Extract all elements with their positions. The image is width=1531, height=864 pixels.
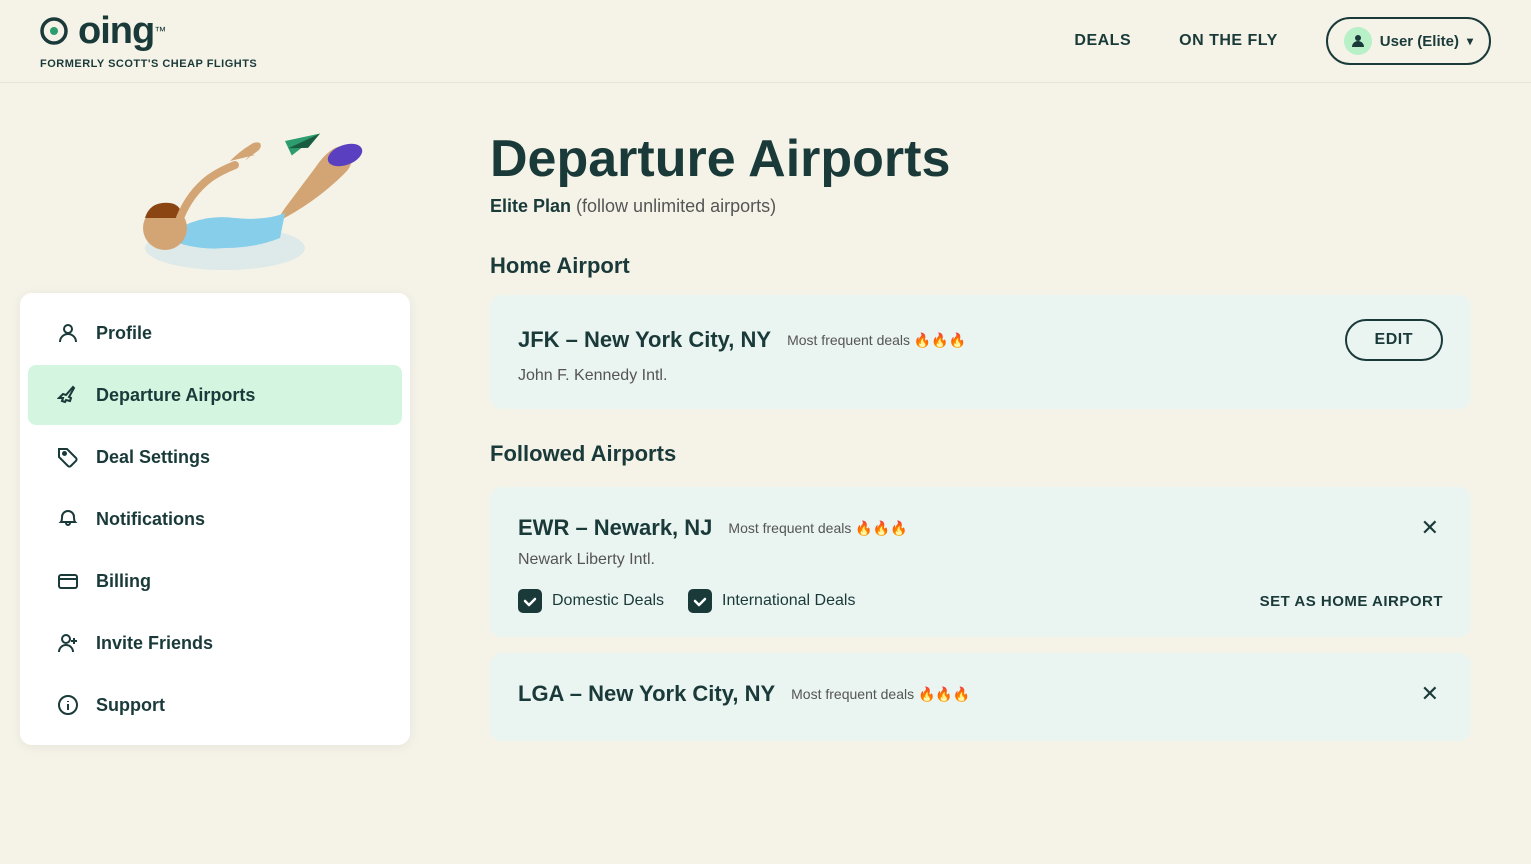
sidebar-nav: Profile Departure Airports (20, 293, 410, 745)
international-checkbox-box (688, 589, 712, 613)
ewr-code-city: EWR – Newark, NJ (518, 515, 712, 541)
person-icon (56, 321, 80, 345)
followed-airports-section-title: Followed Airports (490, 441, 1471, 467)
followed-airport-card-lga: LGA – New York City, NY Most frequent de… (490, 653, 1471, 741)
followed-airport-card-ewr: EWR – Newark, NJ Most frequent deals 🔥🔥🔥… (490, 487, 1471, 637)
sidebar-item-deal-settings-label: Deal Settings (96, 447, 210, 468)
sidebar-item-billing-label: Billing (96, 571, 151, 592)
ewr-full-name: Newark Liberty Intl. (518, 551, 1443, 569)
logo-icon (40, 13, 76, 49)
hero-illustration (35, 83, 395, 293)
card-icon (56, 569, 80, 593)
home-airport-badge: Most frequent deals 🔥🔥🔥 (787, 332, 966, 349)
sidebar-item-support-label: Support (96, 695, 165, 716)
plan-detail: (follow unlimited airports) (576, 196, 776, 216)
user-avatar (1344, 27, 1372, 55)
user-label: User (Elite) (1380, 33, 1459, 50)
ewr-domestic-checkbox[interactable]: Domestic Deals (518, 589, 664, 613)
home-airport-card-header: JFK – New York City, NY Most frequent de… (518, 319, 1443, 361)
ewr-card-left: EWR – Newark, NJ Most frequent deals 🔥🔥🔥 (518, 515, 908, 541)
sidebar-illustration (0, 83, 430, 293)
person-plus-icon (56, 631, 80, 655)
ewr-close-button[interactable]: ✕ (1417, 511, 1443, 545)
user-menu-button[interactable]: User (Elite) ▾ (1326, 17, 1491, 65)
checkmark-icon-intl (693, 594, 707, 608)
lga-code-city: LGA – New York City, NY (518, 681, 775, 707)
home-airport-section-title: Home Airport (490, 253, 1471, 279)
logo-subtitle: FORMERLY SCOTT'S CHEAP FLIGHTS (40, 58, 257, 70)
sidebar-item-support[interactable]: Support (28, 675, 402, 735)
home-airport-card: JFK – New York City, NY Most frequent de… (490, 295, 1471, 409)
sidebar-item-profile[interactable]: Profile (28, 303, 402, 363)
user-icon (1350, 33, 1366, 49)
ewr-international-checkbox[interactable]: International Deals (688, 589, 855, 613)
ewr-checkboxes: Domestic Deals International Deals (518, 589, 855, 613)
ewr-card-header: EWR – Newark, NJ Most frequent deals 🔥🔥🔥… (518, 511, 1443, 545)
deals-nav-link[interactable]: DEALS (1074, 32, 1131, 50)
home-airport-full-name: John F. Kennedy Intl. (518, 367, 1443, 385)
home-airport-edit-button[interactable]: EDIT (1345, 319, 1443, 361)
sidebar-item-departure-airports[interactable]: Departure Airports (28, 365, 402, 425)
chevron-down-icon: ▾ (1467, 34, 1473, 48)
sidebar: Profile Departure Airports (0, 83, 430, 864)
sidebar-item-invite-friends[interactable]: Invite Friends (28, 613, 402, 673)
sidebar-item-profile-label: Profile (96, 323, 152, 344)
plane-icon (56, 383, 80, 407)
logo-tm: ™ (154, 25, 165, 37)
plan-name: Elite Plan (490, 196, 571, 216)
tag-icon (56, 445, 80, 469)
lga-badge: Most frequent deals 🔥🔥🔥 (791, 686, 970, 703)
ewr-badge: Most frequent deals 🔥🔥🔥 (728, 520, 907, 537)
sidebar-item-invite-friends-label: Invite Friends (96, 633, 213, 654)
home-airport-card-left: JFK – New York City, NY Most frequent de… (518, 327, 966, 353)
on-the-fly-nav-link[interactable]: ON THE FLY (1179, 32, 1278, 50)
ewr-set-home-button[interactable]: SET AS HOME AIRPORT (1260, 593, 1443, 610)
logo-text: oing™ (40, 12, 165, 56)
home-airport-code-city: JFK – New York City, NY (518, 327, 771, 353)
ewr-card-footer: Domestic Deals International Deals SET A… (518, 589, 1443, 613)
domestic-label: Domestic Deals (552, 592, 664, 610)
logo: oing™ FORMERLY SCOTT'S CHEAP FLIGHTS (40, 12, 257, 70)
sidebar-item-notifications-label: Notifications (96, 509, 205, 530)
sidebar-item-departure-airports-label: Departure Airports (96, 385, 255, 406)
header: oing™ FORMERLY SCOTT'S CHEAP FLIGHTS DEA… (0, 0, 1531, 83)
info-icon (56, 693, 80, 717)
sidebar-item-deal-settings[interactable]: Deal Settings (28, 427, 402, 487)
page-title: Departure Airports (490, 131, 1471, 188)
domestic-checkbox-box (518, 589, 542, 613)
header-nav: DEALS ON THE FLY User (Elite) ▾ (1074, 17, 1491, 65)
lga-close-button[interactable]: ✕ (1417, 677, 1443, 711)
plan-description: Elite Plan (follow unlimited airports) (490, 196, 1471, 217)
lga-card-left: LGA – New York City, NY Most frequent de… (518, 681, 970, 707)
main-layout: Profile Departure Airports (0, 83, 1531, 864)
section-separator: Followed Airports (490, 441, 1471, 467)
sidebar-item-notifications[interactable]: Notifications (28, 489, 402, 549)
lga-card-header: LGA – New York City, NY Most frequent de… (518, 677, 1443, 711)
international-label: International Deals (722, 592, 855, 610)
sidebar-item-billing[interactable]: Billing (28, 551, 402, 611)
header-left: oing™ FORMERLY SCOTT'S CHEAP FLIGHTS (40, 12, 257, 70)
checkmark-icon (523, 594, 537, 608)
bell-icon (56, 507, 80, 531)
main-content: Departure Airports Elite Plan (follow un… (430, 83, 1531, 864)
